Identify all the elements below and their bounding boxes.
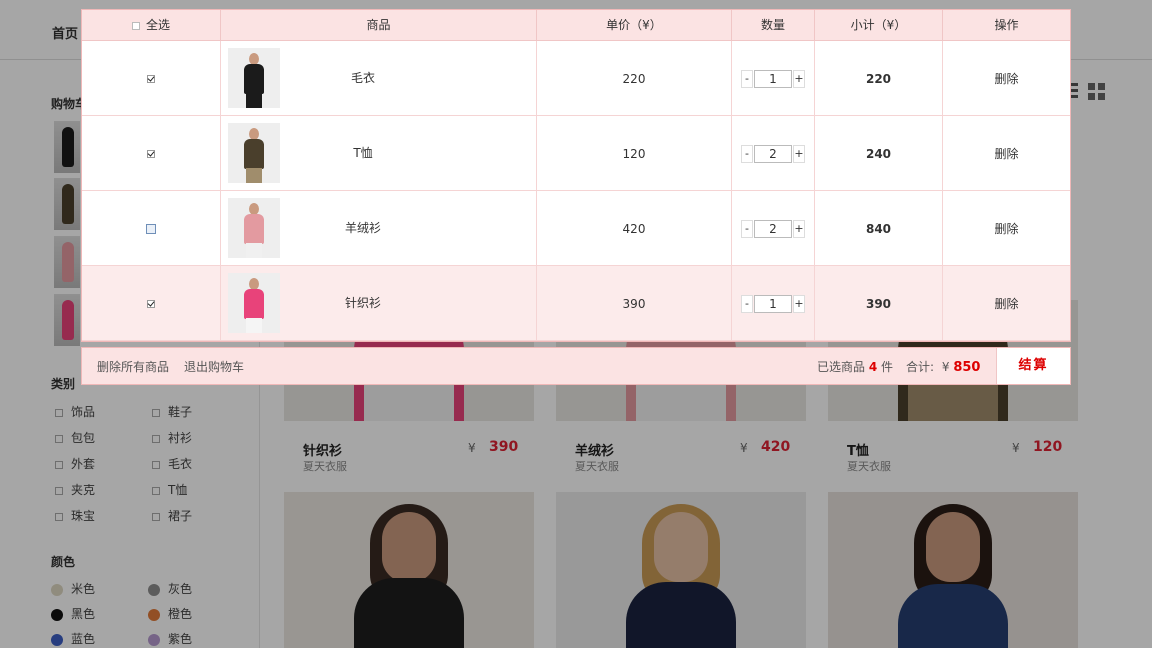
quantity-cell: -+ <box>732 116 815 191</box>
header-action: 操作 <box>994 18 1019 32</box>
header-product: 商品 <box>221 10 537 41</box>
decrease-button[interactable]: - <box>741 219 753 238</box>
row-select-cell <box>82 116 221 191</box>
cart-row: 羊绒衫420-+840删除 <box>82 191 1070 266</box>
row-subtotal: 240 <box>815 116 943 191</box>
cart-modal: 全选 商品 单价（¥） 数量 小计（¥） 操作 毛衣220-+220删除T恤12… <box>81 9 1071 342</box>
row-select-cell <box>82 266 221 341</box>
product-thumbnail[interactable] <box>228 123 280 183</box>
product-thumbnail[interactable] <box>228 48 280 108</box>
unit-price: 220 <box>537 41 732 116</box>
product-thumbnail[interactable] <box>228 273 280 333</box>
cart-row: 毛衣220-+220删除 <box>82 41 1070 116</box>
selected-label: 已选商品 <box>817 360 866 374</box>
increase-button[interactable]: + <box>793 219 805 238</box>
delete-all-link[interactable]: 删除所有商品 <box>97 348 169 386</box>
quantity-input[interactable] <box>754 144 792 163</box>
delete-button[interactable]: 删除 <box>943 41 1070 116</box>
quantity-input[interactable] <box>754 69 792 88</box>
select-all-checkbox[interactable] <box>131 21 140 30</box>
row-checkbox[interactable] <box>147 74 155 83</box>
header-quantity: 数量 <box>732 10 815 41</box>
cart-row: T恤120-+240删除 <box>82 116 1070 191</box>
delete-button[interactable]: 删除 <box>943 116 1070 191</box>
row-checkbox[interactable] <box>147 149 155 158</box>
selected-summary: 已选商品 4 件 <box>817 348 893 386</box>
header-unit-price: 单价（¥） <box>537 10 732 41</box>
row-subtotal: 220 <box>815 41 943 116</box>
product-cell: 羊绒衫 <box>221 191 537 266</box>
cart-table-header: 全选 商品 单价（¥） 数量 小计（¥） 操作 <box>82 10 1070 41</box>
quantity-input[interactable] <box>754 294 792 313</box>
unit-price: 420 <box>537 191 732 266</box>
product-title[interactable]: T恤 <box>281 116 445 191</box>
increase-button[interactable]: + <box>793 294 805 313</box>
selected-count: 4 <box>868 360 878 374</box>
total-amount: 850 <box>953 360 981 375</box>
decrease-button[interactable]: - <box>741 144 753 163</box>
product-cell: 针织衫 <box>221 266 537 341</box>
quantity-stepper: -+ <box>741 144 805 163</box>
quantity-cell: -+ <box>732 266 815 341</box>
row-select-cell <box>82 191 221 266</box>
total-label: 合计: <box>906 360 935 374</box>
unit-price: 390 <box>537 266 732 341</box>
row-subtotal: 390 <box>815 266 943 341</box>
unit-price: 120 <box>537 116 732 191</box>
quantity-stepper: -+ <box>741 219 805 238</box>
product-thumbnail[interactable] <box>228 198 280 258</box>
product-title[interactable]: 针织衫 <box>281 266 445 341</box>
delete-button[interactable]: 删除 <box>943 266 1070 341</box>
row-checkbox[interactable] <box>147 299 155 308</box>
product-cell: T恤 <box>221 116 537 191</box>
increase-button[interactable]: + <box>793 69 805 88</box>
select-all-cell[interactable]: 全选 <box>82 10 221 41</box>
selected-unit: 件 <box>881 360 894 374</box>
total-currency: ¥ <box>941 360 950 374</box>
row-select-cell <box>82 41 221 116</box>
select-all-label: 全选 <box>145 18 170 32</box>
quantity-stepper: -+ <box>741 294 805 313</box>
decrease-button[interactable]: - <box>741 69 753 88</box>
product-title[interactable]: 羊绒衫 <box>281 191 445 266</box>
checkout-button[interactable]: 结算 <box>996 348 1070 384</box>
increase-button[interactable]: + <box>793 144 805 163</box>
cart-footer: 删除所有商品 退出购物车 已选商品 4 件 合计: ¥ 850 结算 <box>81 347 1071 385</box>
row-checkbox[interactable] <box>146 223 156 234</box>
exit-cart-link[interactable]: 退出购物车 <box>184 348 244 386</box>
quantity-stepper: -+ <box>741 69 805 88</box>
header-subtotal: 小计（¥） <box>815 10 943 41</box>
row-subtotal: 840 <box>815 191 943 266</box>
quantity-cell: -+ <box>732 191 815 266</box>
product-title[interactable]: 毛衣 <box>281 41 445 116</box>
product-cell: 毛衣 <box>221 41 537 116</box>
delete-button[interactable]: 删除 <box>943 191 1070 266</box>
quantity-cell: -+ <box>732 41 815 116</box>
cart-rows: 毛衣220-+220删除T恤120-+240删除羊绒衫420-+840删除针织衫… <box>82 41 1070 341</box>
quantity-input[interactable] <box>754 219 792 238</box>
cart-row: 针织衫390-+390删除 <box>82 266 1070 341</box>
total-summary: 合计: ¥ 850 <box>906 348 980 386</box>
decrease-button[interactable]: - <box>741 294 753 313</box>
